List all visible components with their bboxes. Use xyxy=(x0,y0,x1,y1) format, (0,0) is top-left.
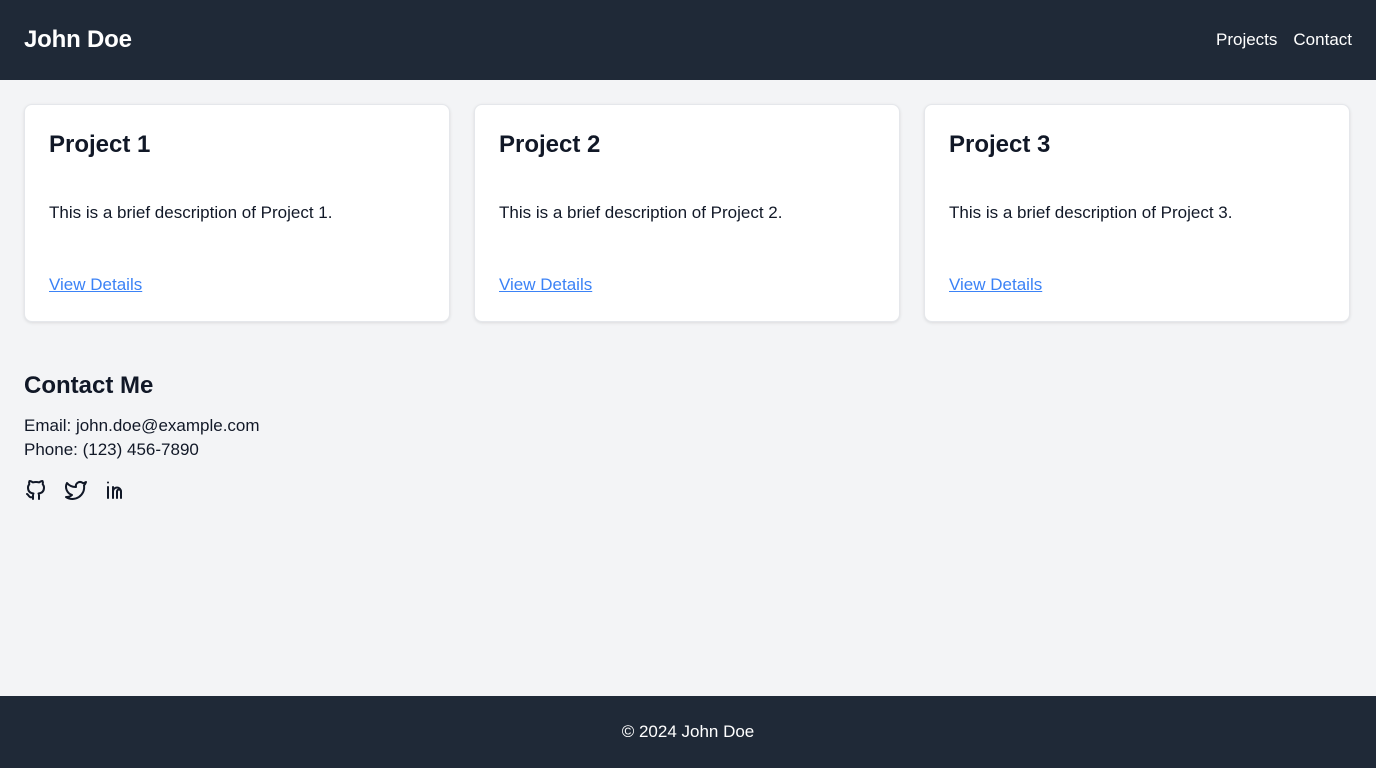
main-nav: Projects Contact xyxy=(1216,30,1352,50)
nav-link-contact[interactable]: Contact xyxy=(1293,30,1352,50)
social-links xyxy=(24,478,260,502)
github-icon xyxy=(24,478,48,502)
linkedin-link[interactable] xyxy=(104,478,128,502)
project-card: Project 2 This is a brief description of… xyxy=(474,104,900,322)
nav-link-projects[interactable]: Projects xyxy=(1216,30,1277,50)
project-title: Project 2 xyxy=(499,131,601,158)
site-header: John Doe Projects Contact xyxy=(0,0,1376,80)
contact-details: Email: john.doe@example.com Phone: (123)… xyxy=(24,414,260,462)
project-description: This is a brief description of Project 2… xyxy=(499,203,783,222)
project-description: This is a brief description of Project 1… xyxy=(49,203,333,222)
view-details-link[interactable]: View Details xyxy=(499,275,592,295)
twitter-icon xyxy=(64,478,88,502)
project-card: Project 3 This is a brief description of… xyxy=(924,104,1350,322)
linkedin-icon xyxy=(104,478,128,502)
project-card: Project 1 This is a brief description of… xyxy=(24,104,450,322)
site-footer: © 2024 John Doe xyxy=(0,696,1376,768)
project-title: Project 3 xyxy=(949,131,1051,158)
view-details-link[interactable]: View Details xyxy=(949,275,1042,295)
project-description: This is a brief description of Project 3… xyxy=(949,203,1233,222)
site-brand[interactable]: John Doe xyxy=(24,26,132,54)
footer-copyright: © 2024 John Doe xyxy=(621,722,755,741)
project-title: Project 1 xyxy=(49,131,151,158)
view-details-link[interactable]: View Details xyxy=(49,275,142,295)
projects-section: Project 1 This is a brief description of… xyxy=(24,104,1352,322)
contact-section: Contact Me Email: john.doe@example.com P… xyxy=(24,370,260,502)
contact-phone: Phone: (123) 456-7890 xyxy=(24,440,199,459)
contact-email: Email: john.doe@example.com xyxy=(24,416,260,435)
github-link[interactable] xyxy=(24,478,48,502)
twitter-link[interactable] xyxy=(64,478,88,502)
contact-heading: Contact Me xyxy=(24,372,154,399)
